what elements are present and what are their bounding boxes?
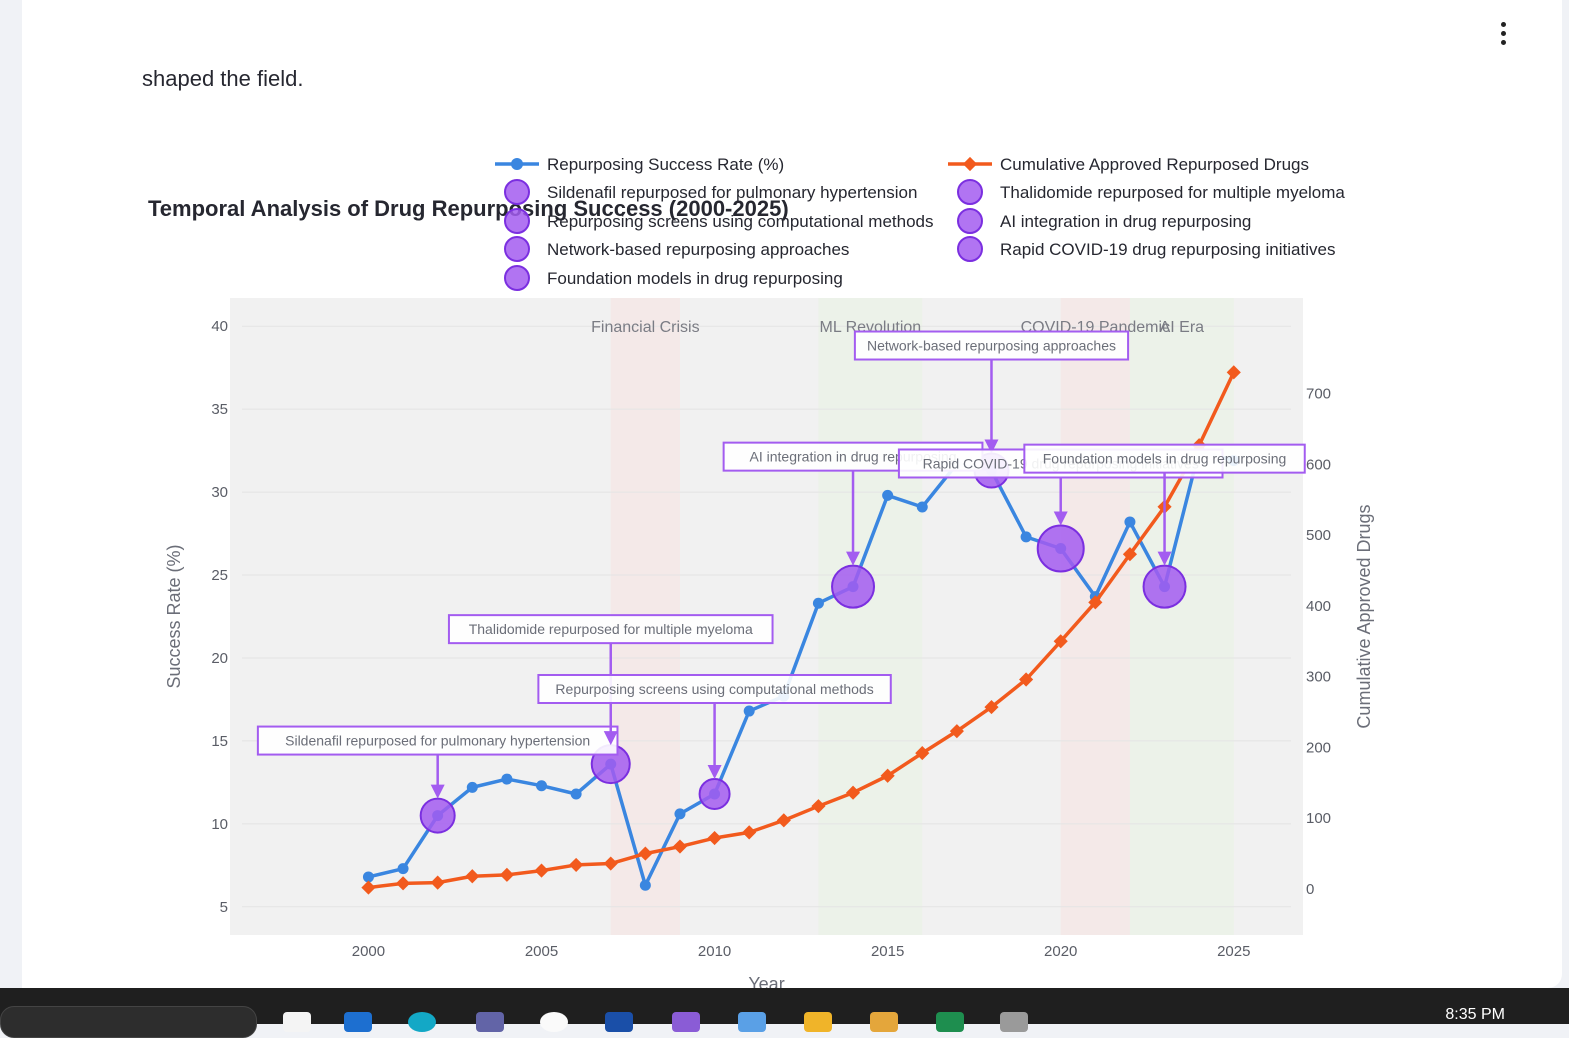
y-left-tick-label: 20 [211,650,228,667]
series-point [570,788,582,800]
legend-label: Network-based repurposing approaches [547,240,849,259]
legend-bubble [957,236,983,262]
legend-bubble [957,208,983,234]
legend-label: Cumulative Approved Repurposed Drugs [1000,155,1309,174]
y-right-axis-title: Cumulative Approved Drugs [1354,504,1374,728]
success-chart[interactable]: 5101520253035400100200300400500600700200… [0,0,1569,988]
taskbar-search[interactable] [0,1006,257,1038]
taskbar: 8:35 PM [0,988,1569,1038]
y-left-tick-label: 25 [211,567,228,584]
period-band [1060,298,1130,935]
series-point [882,489,894,501]
legend-marker [511,158,523,170]
legend-marker [962,156,978,172]
y-left-axis-title: Success Rate (%) [164,544,184,688]
folder-icon[interactable] [804,1012,832,1032]
browser-icon[interactable] [408,1012,436,1032]
y-right-tick-label: 100 [1306,810,1331,827]
app-icon[interactable] [605,1012,633,1032]
annotation-label: Repurposing screens using computational … [555,681,873,697]
series-point [1124,516,1136,528]
legend-bubble [504,179,530,205]
y-left-tick-label: 40 [211,318,228,335]
event-bubble [419,797,456,834]
x-axis-title: Year [748,974,784,988]
period-label: AI Era [1160,319,1205,336]
legend-label: AI integration in drug repurposing [1000,212,1251,231]
series-point [466,781,478,793]
y-right-tick-label: 0 [1306,881,1314,898]
series-point [536,780,548,792]
series-point [743,705,755,717]
taskbar-app-icon[interactable] [283,1012,311,1032]
y-right-tick-label: 600 [1306,456,1331,473]
annotation-label: Network-based repurposing approaches [867,338,1116,354]
x-tick-label: 2000 [352,943,385,960]
event-bubble [1036,524,1085,573]
y-left-tick-label: 15 [211,733,228,750]
x-tick-label: 2020 [1044,943,1077,960]
period-band [1129,298,1234,935]
annotation-label: Thalidomide repurposed for multiple myel… [469,621,753,637]
calendar-icon[interactable] [738,1012,766,1032]
y-left-tick-label: 30 [211,484,228,501]
annotation-label: Foundation models in drug repurposing [1043,451,1287,467]
annotation-label: Sildenafil repurposed for pulmonary hype… [285,733,590,749]
legend-bubble [504,208,530,234]
legend-label: Thalidomide repurposed for multiple myel… [1000,183,1345,202]
mail-icon[interactable] [344,1012,372,1032]
legend-label: Foundation models in drug repurposing [547,269,843,288]
series-point [501,773,513,785]
taskbar-clock: 8:35 PM [1445,1006,1505,1023]
series-point [1020,531,1032,543]
y-right-tick-label: 700 [1306,386,1331,403]
legend-label: Repurposing Success Rate (%) [547,155,784,174]
series-point [397,863,409,875]
period-label: Financial Crisis [591,319,699,336]
legend-label: Repurposing screens using computational … [547,212,934,231]
legend-label: Sildenafil repurposed for pulmonary hype… [547,183,917,202]
y-right-tick-label: 200 [1306,739,1331,756]
legend-bubble [504,265,530,291]
series-point [916,501,928,513]
y-right-tick-label: 500 [1306,527,1331,544]
y-left-tick-label: 10 [211,816,228,833]
event-bubble [831,564,876,609]
legend-bubble [957,179,983,205]
excel-icon[interactable] [936,1012,964,1032]
series-point [812,597,824,609]
x-tick-label: 2005 [525,943,558,960]
event-bubble [1142,564,1187,609]
event-bubble [698,777,731,810]
series-point [674,808,686,820]
x-tick-label: 2025 [1217,943,1250,960]
series-point [639,879,651,891]
y-left-tick-label: 35 [211,401,228,418]
y-right-tick-label: 300 [1306,669,1331,686]
app-icon-2[interactable] [870,1012,898,1032]
x-tick-label: 2015 [871,943,904,960]
legend-label: Rapid COVID-19 drug repurposing initiati… [1000,240,1335,259]
visual-studio-icon[interactable] [672,1012,700,1032]
x-tick-label: 2010 [698,943,731,960]
legend-bubble [504,236,530,262]
period-band [818,298,923,935]
y-left-tick-label: 5 [220,899,228,916]
y-right-tick-label: 400 [1306,598,1331,615]
teams-icon[interactable] [476,1012,504,1032]
app-icon-3[interactable] [1000,1012,1028,1032]
chrome-icon[interactable] [540,1012,568,1032]
